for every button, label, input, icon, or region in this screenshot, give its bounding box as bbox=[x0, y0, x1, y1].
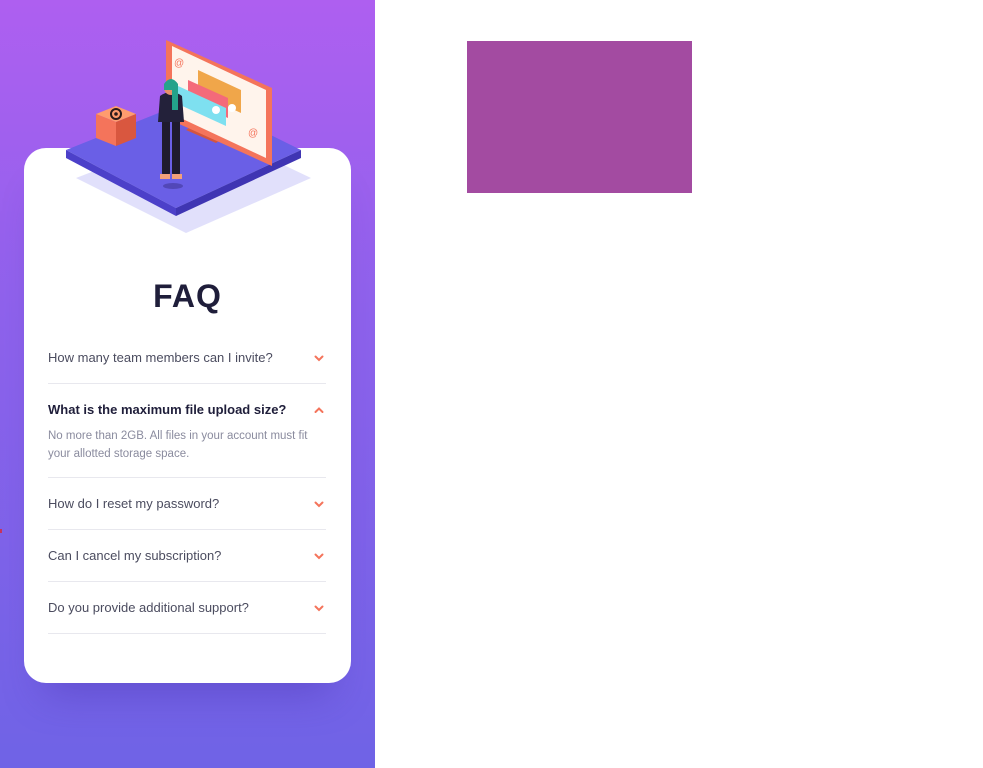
woman-online-illustration: @ @ bbox=[66, 40, 311, 233]
svg-text:@: @ bbox=[174, 58, 184, 69]
faq-question[interactable]: Do you provide additional support? bbox=[48, 582, 326, 633]
faq-list: How many team members can I invite? What … bbox=[48, 332, 326, 634]
faq-item[interactable]: What is the maximum file upload size? No … bbox=[48, 384, 326, 478]
edge-mark bbox=[0, 529, 2, 533]
faq-question-text: Do you provide additional support? bbox=[48, 600, 249, 615]
faq-question[interactable]: Can I cancel my subscription? bbox=[48, 530, 326, 581]
faq-question-text: How many team members can I invite? bbox=[48, 350, 273, 365]
faq-item[interactable]: Do you provide additional support? bbox=[48, 582, 326, 634]
chevron-up-icon[interactable] bbox=[314, 405, 324, 415]
faq-item[interactable]: How many team members can I invite? bbox=[48, 332, 326, 384]
chevron-down-icon[interactable] bbox=[314, 551, 324, 561]
chevron-down-icon[interactable] bbox=[314, 353, 324, 363]
faq-item[interactable]: How do I reset my password? bbox=[48, 478, 326, 530]
chevron-down-icon[interactable] bbox=[314, 603, 324, 613]
faq-question-text: Can I cancel my subscription? bbox=[48, 548, 222, 563]
faq-question-text: How do I reset my password? bbox=[48, 496, 220, 511]
faq-question-text: What is the maximum file upload size? bbox=[48, 402, 287, 417]
faq-answer: No more than 2GB. All files in your acco… bbox=[48, 430, 308, 460]
faq-item[interactable]: Can I cancel my subscription? bbox=[48, 530, 326, 582]
page-title: FAQ bbox=[153, 278, 222, 314]
svg-text:@: @ bbox=[248, 128, 258, 139]
faq-question[interactable]: How many team members can I invite? bbox=[48, 332, 326, 383]
color-swatch bbox=[467, 41, 692, 193]
chevron-down-icon[interactable] bbox=[314, 499, 324, 509]
faq-question[interactable]: How do I reset my password? bbox=[48, 478, 326, 529]
